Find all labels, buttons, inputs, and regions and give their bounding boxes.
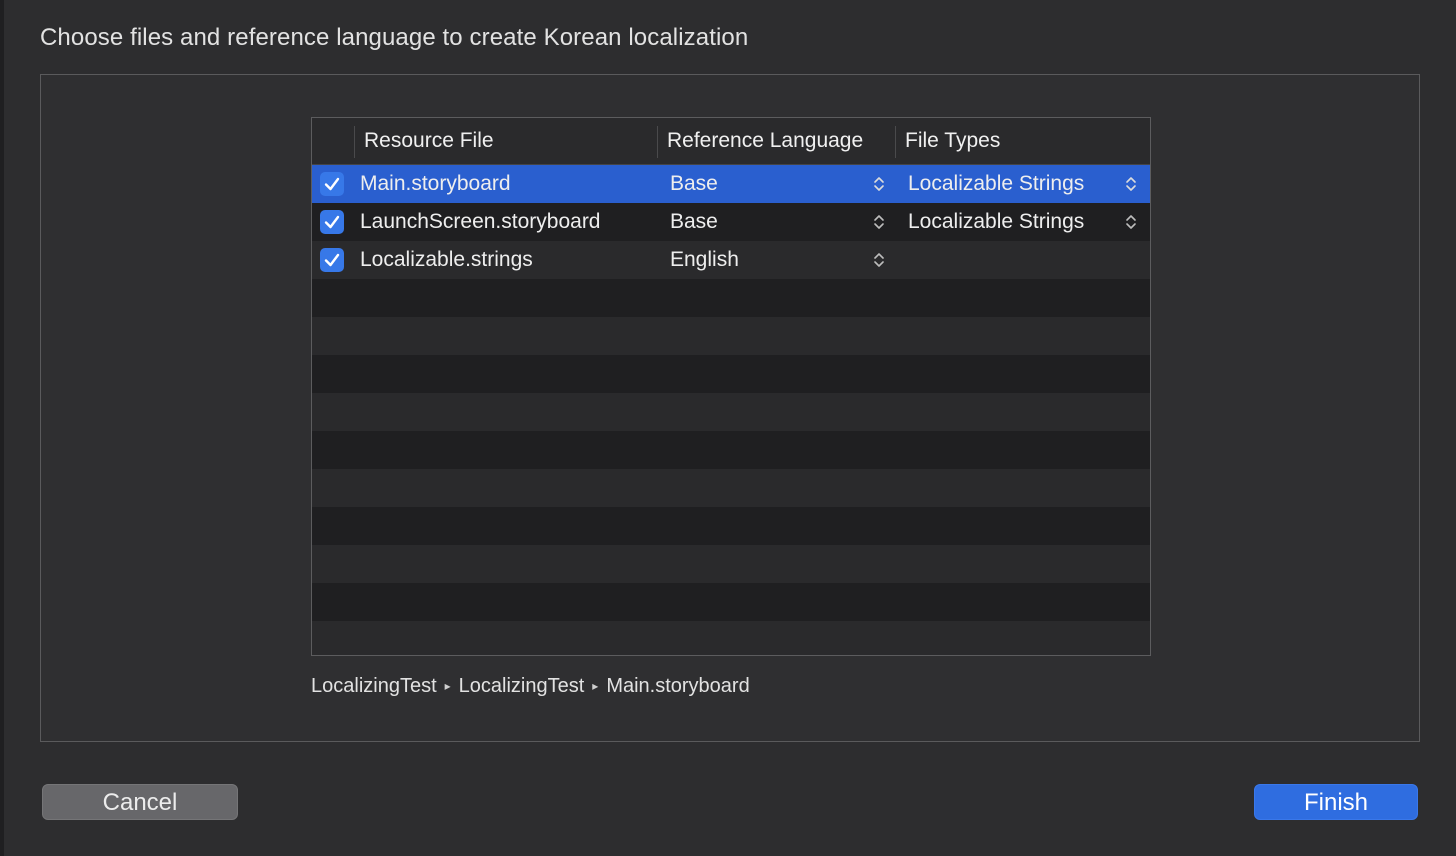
header-file-types[interactable]: File Types [895,118,1150,164]
file-name: LaunchScreen.storyboard [360,210,601,233]
include-checkbox[interactable] [320,210,344,234]
cancel-button[interactable]: Cancel [42,784,238,820]
empty-row [312,393,1150,431]
header-resource-file[interactable]: Resource File [354,118,656,164]
empty-row [312,545,1150,583]
header-checkbox-column[interactable] [312,118,354,164]
path-separator-icon: ▸ [444,679,451,693]
file-type-popup-value[interactable]: Localizable Strings [908,203,1084,241]
path-bar: LocalizingTest ▸ LocalizingTest ▸ Main.story… [311,675,750,698]
include-checkbox[interactable] [320,248,344,272]
empty-row [312,621,1150,655]
finish-button[interactable]: Finish [1254,784,1418,820]
content-panel: Resource File Reference Language File Ty… [40,74,1420,742]
language-popup-value[interactable]: Base [670,203,718,241]
empty-row [312,431,1150,469]
empty-row [312,507,1150,545]
popup-updown-icon[interactable] [872,250,886,270]
file-type-popup-value[interactable]: Localizable Strings [908,165,1084,203]
popup-updown-icon[interactable] [872,212,886,232]
path-segment[interactable]: Main.storyboard [606,675,749,697]
empty-row [312,317,1150,355]
header-reference-language[interactable]: Reference Language [657,118,895,164]
checkmark-icon [324,177,340,191]
file-name: Localizable.strings [360,248,533,271]
empty-row [312,469,1150,507]
popup-updown-icon[interactable] [872,174,886,194]
include-checkbox[interactable] [320,172,344,196]
table-header: Resource File Reference Language File Ty… [312,118,1150,165]
table-row[interactable]: LaunchScreen.storyboard Base Localizable… [312,203,1150,241]
file-name: Main.storyboard [360,172,511,195]
checkmark-icon [324,215,340,229]
dialog-title: Choose files and reference language to c… [40,24,749,51]
path-separator-icon: ▸ [592,679,599,693]
path-segment[interactable]: LocalizingTest [311,675,437,697]
language-popup-value[interactable]: Base [670,165,718,203]
path-segment[interactable]: LocalizingTest [459,675,585,697]
popup-updown-icon[interactable] [1124,174,1138,194]
checkmark-icon [324,253,340,267]
empty-row [312,279,1150,317]
language-popup-value[interactable]: English [670,241,739,279]
table-row[interactable]: Localizable.strings English [312,241,1150,279]
resource-table[interactable]: Resource File Reference Language File Ty… [311,117,1151,656]
empty-row [312,355,1150,393]
empty-row [312,583,1150,621]
popup-updown-icon[interactable] [1124,212,1138,232]
table-row[interactable]: Main.storyboard Base Localizable Strings [312,165,1150,203]
window-edge [0,0,4,856]
